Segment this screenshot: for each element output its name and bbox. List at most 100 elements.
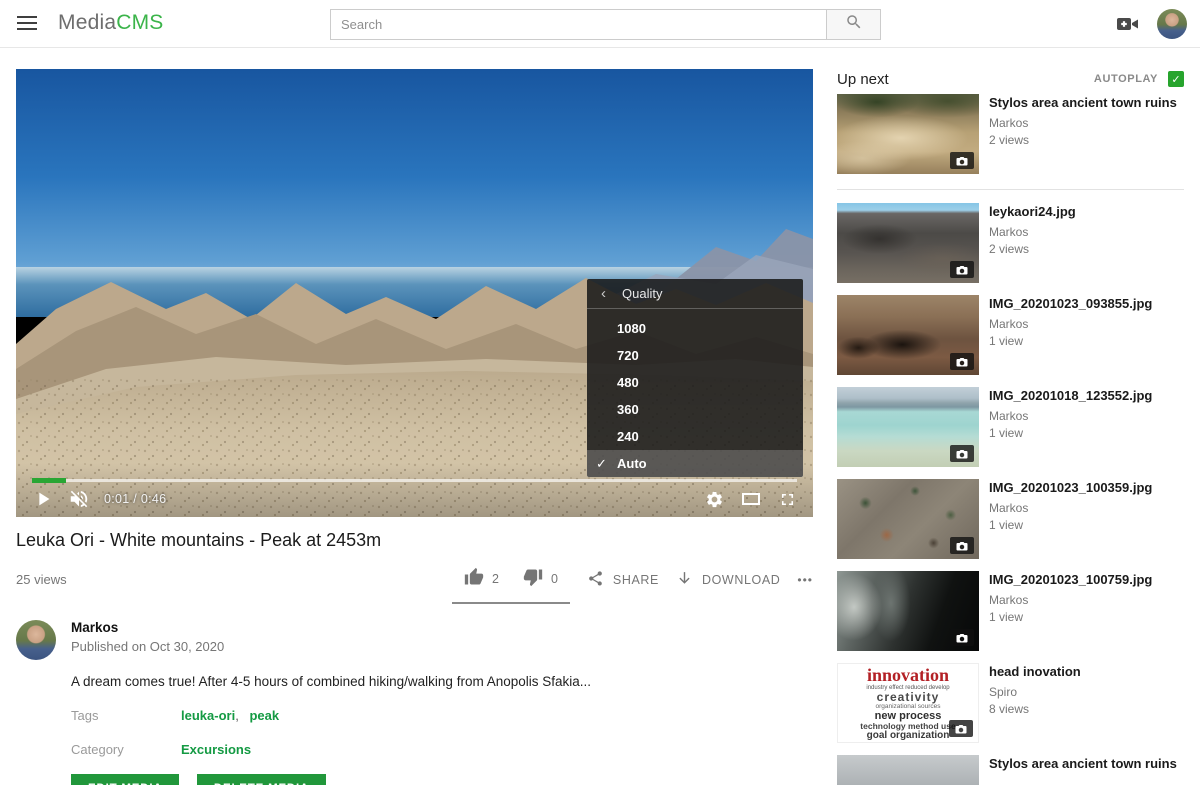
thumbnail[interactable]: [837, 387, 979, 467]
dislike-count: 0: [551, 572, 558, 586]
up-next-heading: Up next: [837, 71, 889, 88]
tag-separator: ,: [235, 708, 239, 723]
more-options-icon[interactable]: •••: [797, 563, 813, 587]
tags-list: leuka-ori, peak: [181, 708, 279, 723]
settings-gear-icon[interactable]: [705, 490, 724, 509]
item-title[interactable]: Stylos area ancient town ruins: [989, 95, 1177, 111]
rating-group: 2 0: [452, 563, 570, 604]
media-title: Leuka Ori - White mountains - Peak at 24…: [16, 530, 813, 551]
quality-option-480[interactable]: 480: [587, 369, 803, 396]
thumbnail[interactable]: [837, 94, 979, 174]
search-button[interactable]: [827, 9, 881, 40]
quality-option-720[interactable]: 720: [587, 342, 803, 369]
item-views: 1 view: [989, 334, 1152, 348]
media-details: Leuka Ori - White mountains - Peak at 24…: [16, 520, 813, 785]
upnext-item-2[interactable]: leykaori24.jpg Markos 2 views: [837, 203, 1184, 283]
upnext-item-4[interactable]: IMG_20201018_123552.jpg Markos 1 view: [837, 387, 1184, 467]
autoplay-checkbox[interactable]: ✓: [1168, 71, 1184, 87]
camera-icon: [950, 445, 974, 462]
like-count: 2: [492, 572, 499, 586]
thumbnail[interactable]: [837, 295, 979, 375]
upnext-item-3[interactable]: IMG_20201023_093855.jpg Markos 1 view: [837, 295, 1184, 375]
quality-menu: ‹ Quality 1080 720 480 360 240 ✓ Auto: [587, 279, 803, 477]
upnext-item-6[interactable]: IMG_20201023_100759.jpg Markos 1 view: [837, 571, 1184, 651]
upnext-item-8[interactable]: Stylos area ancient town ruins: [837, 755, 1184, 785]
item-views: 1 view: [989, 610, 1152, 624]
item-title[interactable]: head inovation: [989, 664, 1081, 680]
volume-muted-icon[interactable]: [68, 488, 90, 510]
item-author: Markos: [989, 317, 1152, 331]
check-icon: ✓: [596, 450, 607, 477]
thumbnail[interactable]: [837, 571, 979, 651]
theater-mode-icon[interactable]: [742, 493, 760, 505]
author-avatar[interactable]: [16, 620, 56, 660]
item-author: Markos: [989, 225, 1076, 239]
thumb-up-icon: [464, 567, 484, 590]
thumbnail[interactable]: innovation industry effect reduced devel…: [837, 663, 979, 743]
download-button[interactable]: DOWNLOAD: [676, 563, 780, 590]
upload-media-button[interactable]: [1116, 15, 1140, 38]
camera-icon: [950, 629, 974, 646]
progress-played: [32, 478, 66, 483]
fullscreen-icon[interactable]: [778, 490, 797, 509]
category-link[interactable]: Excursions: [181, 742, 251, 757]
edit-media-button[interactable]: EDIT MEDIA: [71, 774, 179, 785]
item-title[interactable]: IMG_20201023_093855.jpg: [989, 296, 1152, 312]
camera-icon: [950, 261, 974, 278]
search-input[interactable]: [330, 9, 827, 40]
item-views: 2 views: [989, 242, 1076, 256]
top-navigation-bar: MediaCMS: [0, 0, 1200, 48]
publish-date: Published on Oct 30, 2020: [71, 639, 224, 654]
thumbnail[interactable]: [837, 203, 979, 283]
quality-option-240[interactable]: 240: [587, 423, 803, 450]
quality-option-360[interactable]: 360: [587, 396, 803, 423]
camera-icon: [950, 353, 974, 370]
user-avatar[interactable]: [1157, 9, 1187, 39]
action-bar: 2 0 SHARE DOWNLOAD: [452, 563, 813, 604]
tag-link-leuka-ori[interactable]: leuka-ori: [181, 708, 235, 723]
item-title[interactable]: Stylos area ancient town ruins: [989, 756, 1177, 772]
upnext-item-5[interactable]: IMG_20201023_100359.jpg Markos 1 view: [837, 479, 1184, 559]
item-author: Markos: [989, 501, 1152, 515]
camera-icon: [949, 720, 973, 737]
item-title[interactable]: IMG_20201023_100359.jpg: [989, 480, 1152, 496]
up-next-sidebar: Up next AUTOPLAY ✓ Stylos area ancient t…: [837, 64, 1184, 785]
quality-option-auto[interactable]: ✓ Auto: [587, 450, 803, 477]
quality-option-1080[interactable]: 1080: [587, 315, 803, 342]
tag-link-peak[interactable]: peak: [249, 708, 279, 723]
play-button[interactable]: [32, 488, 54, 510]
item-author: Markos: [989, 116, 1177, 130]
app-logo[interactable]: MediaCMS: [58, 11, 163, 35]
quality-menu-back[interactable]: ‹ Quality: [587, 279, 803, 309]
share-icon: [587, 570, 604, 590]
share-label: SHARE: [613, 573, 659, 587]
like-button[interactable]: 2: [464, 567, 499, 590]
video-player[interactable]: ‹ Quality 1080 720 480 360 240 ✓ Auto: [16, 69, 813, 517]
thumb-down-icon: [523, 567, 543, 590]
progress-bar[interactable]: [32, 479, 797, 482]
camera-icon: [950, 152, 974, 169]
thumbnail[interactable]: [837, 479, 979, 559]
share-button[interactable]: SHARE: [587, 563, 659, 590]
video-upload-icon: [1116, 20, 1140, 37]
item-views: 2 views: [989, 133, 1177, 147]
category-label: Category: [71, 742, 181, 757]
menu-icon[interactable]: [17, 16, 37, 32]
item-author: Markos: [989, 593, 1152, 607]
item-title[interactable]: IMG_20201018_123552.jpg: [989, 388, 1152, 404]
check-icon: ✓: [1171, 73, 1180, 86]
item-title[interactable]: leykaori24.jpg: [989, 204, 1076, 220]
upnext-item-7[interactable]: innovation industry effect reduced devel…: [837, 663, 1184, 743]
delete-media-button[interactable]: DELETE MEDIA: [197, 774, 326, 785]
quality-menu-title: Quality: [622, 286, 662, 301]
search-bar: [330, 9, 881, 40]
item-author: Spiro: [989, 685, 1081, 699]
author-name[interactable]: Markos: [71, 620, 224, 635]
dislike-button[interactable]: 0: [523, 567, 558, 590]
upnext-item-1[interactable]: Stylos area ancient town ruins Markos 2 …: [837, 94, 1184, 174]
search-icon: [845, 13, 863, 36]
thumbnail[interactable]: [837, 755, 979, 785]
logo-text-cms: CMS: [116, 11, 163, 34]
item-views: 1 view: [989, 518, 1152, 532]
item-title[interactable]: IMG_20201023_100759.jpg: [989, 572, 1152, 588]
